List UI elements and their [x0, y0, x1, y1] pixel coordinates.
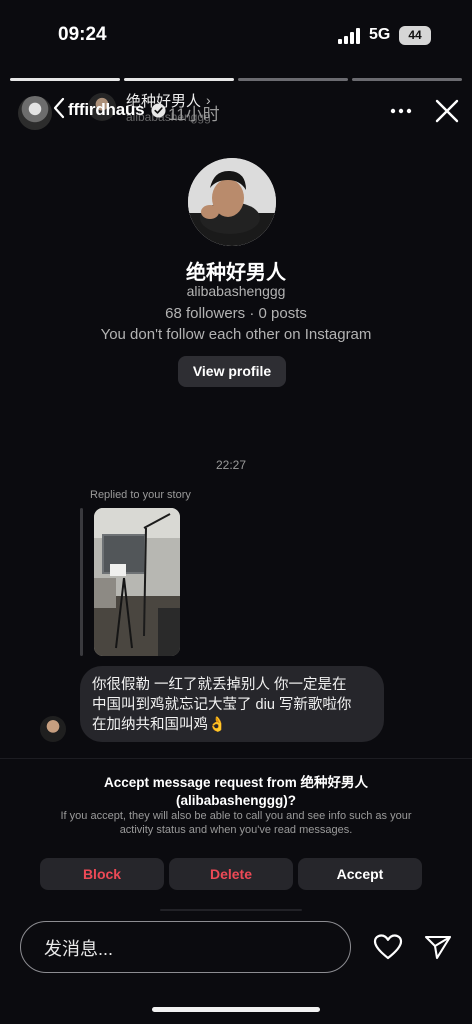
- profile-avatar[interactable]: [188, 158, 276, 246]
- profile-photo: [188, 158, 276, 246]
- heart-icon[interactable]: [373, 933, 403, 961]
- story-author-avatar[interactable]: [18, 96, 52, 130]
- reply-quote-bar: [80, 508, 83, 656]
- verified-badge-icon: [151, 103, 166, 118]
- request-title-line: (alibabashenggg)?: [175, 793, 296, 808]
- status-time: 09:24: [58, 24, 107, 45]
- battery-indicator: 44: [399, 26, 431, 45]
- follow-status-note: You don't follow each other on Instagram: [100, 326, 372, 343]
- profile-stats: 68 followers · 0 posts: [165, 305, 307, 322]
- back-chevron-icon[interactable]: [52, 94, 66, 122]
- profile-name: 绝种好男人: [186, 262, 286, 284]
- progress-segment: [10, 78, 120, 81]
- sender-avatar[interactable]: [40, 716, 66, 742]
- message-line: 中国叫到鸡就忘记大莹了 diu 写新歌啦你: [92, 697, 352, 713]
- story-progress: [10, 78, 462, 81]
- request-title-line: Accept message request from 绝种好男人: [103, 775, 369, 790]
- block-button[interactable]: Block: [40, 858, 164, 890]
- more-options-icon[interactable]: [386, 102, 416, 120]
- message-line: 在加纳共和国叫鸡👌: [92, 717, 227, 733]
- close-icon[interactable]: [433, 97, 461, 125]
- progress-segment: [238, 78, 348, 81]
- story-reply-thumbnail[interactable]: [94, 508, 180, 656]
- progress-segment: [352, 78, 462, 81]
- progress-segment: [124, 78, 234, 81]
- network-label: 5G: [369, 26, 391, 43]
- message-bubble[interactable]: 你很假勒 一红了就丢掉别人 你一定是在 中国叫到鸡就忘记大莹了 diu 写新歌啦…: [80, 666, 384, 742]
- sheet-divider: [160, 909, 302, 911]
- message-line: 你很假勒 一红了就丢掉别人 你一定是在: [92, 677, 347, 693]
- request-title: Accept message request from 绝种好男人 (aliba…: [0, 774, 472, 810]
- signal-icon: [338, 28, 360, 44]
- reply-context-label: Replied to your story: [90, 489, 191, 501]
- message-timestamp: 22:27: [215, 458, 247, 472]
- studio-photo: [94, 508, 180, 656]
- delete-button[interactable]: Delete: [169, 858, 293, 890]
- panel-divider: [0, 758, 472, 759]
- story-username[interactable]: fffirdhaus: [68, 100, 145, 120]
- accept-button[interactable]: Accept: [298, 858, 422, 890]
- profile-handle: alibabashenggg: [186, 283, 286, 299]
- send-icon[interactable]: [424, 933, 452, 961]
- request-description: If you accept, they will also be able to…: [60, 810, 412, 836]
- story-time-ago: 11小时: [168, 105, 220, 124]
- view-profile-button[interactable]: View profile: [178, 356, 286, 387]
- message-input-placeholder: 发消息...: [44, 939, 114, 959]
- home-indicator: [152, 1007, 320, 1012]
